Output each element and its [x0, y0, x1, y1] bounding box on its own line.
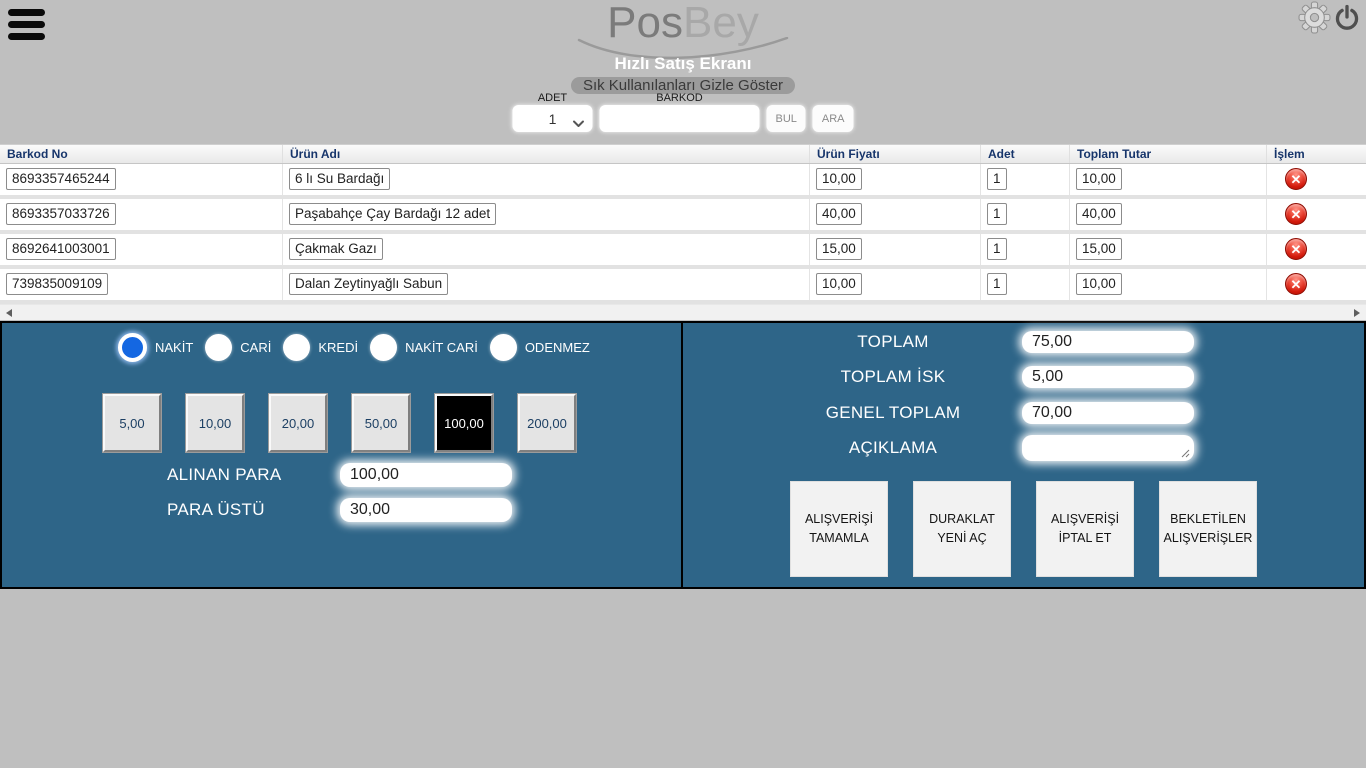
bekletilen-alisverisler-button[interactable]: BEKLETİLEN ALIŞVERİŞLER: [1159, 481, 1257, 577]
page-title: Hızlı Satış Ekranı: [0, 54, 1366, 74]
delete-icon: ✕: [1291, 173, 1302, 186]
urun-fiyati-value[interactable]: 10,00: [816, 168, 862, 190]
power-icon[interactable]: [1333, 4, 1361, 37]
denom-100[interactable]: 100,00: [435, 394, 493, 452]
alisverisi-iptal-et-button[interactable]: ALIŞVERİŞİ İPTAL ET: [1036, 481, 1134, 577]
alisverisi-tamamla-button[interactable]: ALIŞVERİŞİ TAMAMLA: [790, 481, 888, 577]
duraklat-yeni-ac-button[interactable]: DURAKLAT YENİ AÇ: [913, 481, 1011, 577]
toplam-tutar-value[interactable]: 40,00: [1076, 203, 1122, 225]
sales-table: Barkod No Ürün Adı Ürün Fiyatı Adet Topl…: [0, 144, 1366, 320]
delete-row-button[interactable]: ✕: [1285, 238, 1307, 260]
radio-nakit[interactable]: NAKİT: [118, 333, 193, 362]
scroll-left-icon[interactable]: [6, 309, 12, 317]
col-urun-fiyati: Ürün Fiyatı: [810, 145, 981, 163]
radio-icon: [370, 334, 397, 361]
barkod-input[interactable]: [599, 105, 759, 132]
toplam-input[interactable]: [1022, 331, 1194, 353]
ara-button[interactable]: ARA: [813, 105, 854, 132]
para-ustu-input[interactable]: [340, 498, 512, 522]
gear-icon[interactable]: [1298, 1, 1331, 39]
scroll-right-icon[interactable]: [1354, 309, 1360, 317]
delete-row-button[interactable]: ✕: [1285, 273, 1307, 295]
toplam-isk-input[interactable]: [1022, 366, 1194, 388]
radio-icon: [205, 334, 232, 361]
alinan-para-input[interactable]: [340, 463, 512, 487]
delete-icon: ✕: [1291, 278, 1302, 291]
urun-fiyati-value[interactable]: 40,00: [816, 203, 862, 225]
urun-adi-value[interactable]: Çakmak Gazı: [289, 238, 383, 260]
chevron-down-icon: [572, 115, 584, 131]
table-row: 8693357465244 6 lı Su Bardağı 10,00 1 10…: [0, 164, 1366, 199]
table-header: Barkod No Ürün Adı Ürün Fiyatı Adet Topl…: [0, 144, 1366, 164]
adet-value[interactable]: 1: [987, 168, 1007, 190]
radio-icon: [490, 334, 517, 361]
urun-fiyati-value[interactable]: 15,00: [816, 238, 862, 260]
alinan-para-label: ALINAN PARA: [167, 465, 340, 485]
delete-row-button[interactable]: ✕: [1285, 203, 1307, 225]
toplam-label: TOPLAM: [764, 332, 1022, 352]
aciklama-label: AÇIKLAMA: [764, 438, 1022, 458]
aciklama-textarea[interactable]: [1022, 435, 1194, 461]
bul-button[interactable]: BUL: [766, 105, 805, 132]
col-toplam-tutar: Toplam Tutar: [1070, 145, 1267, 163]
payment-panel: NAKİT CARİ KREDİ NAKİT CARİ ODENMEZ 5,00…: [0, 321, 1366, 589]
logo-text-bey: Bey: [683, 0, 759, 47]
genel-toplam-label: GENEL TOPLAM: [764, 403, 1022, 423]
adet-selected-value: 1: [549, 111, 557, 127]
barcode-search-controls: ADET 1 BARKOD BUL ARA: [512, 92, 853, 132]
radio-cari[interactable]: CARİ: [205, 334, 271, 361]
urun-adi-value[interactable]: Paşabahçe Çay Bardağı 12 adet: [289, 203, 496, 225]
denom-10[interactable]: 10,00: [186, 394, 244, 452]
table-row: 8693357033726 Paşabahçe Çay Bardağı 12 a…: [0, 199, 1366, 234]
resize-grip-icon[interactable]: [1181, 449, 1190, 458]
denomination-buttons: 5,00 10,00 20,00 50,00 100,00 200,00: [103, 394, 576, 452]
adet-value[interactable]: 1: [987, 273, 1007, 295]
payment-method-radios: NAKİT CARİ KREDİ NAKİT CARİ ODENMEZ: [118, 333, 602, 362]
col-barkod-no: Barkod No: [0, 145, 283, 163]
radio-odenmez[interactable]: ODENMEZ: [490, 334, 590, 361]
adet-select[interactable]: 1: [512, 105, 592, 132]
denom-50[interactable]: 50,00: [352, 394, 410, 452]
barkod-value[interactable]: 8693357033726: [6, 203, 116, 225]
toplam-isk-label: TOPLAM İSK: [764, 367, 1022, 387]
urun-adi-value[interactable]: 6 lı Su Bardağı: [289, 168, 390, 190]
denom-20[interactable]: 20,00: [269, 394, 327, 452]
toplam-tutar-value[interactable]: 15,00: [1076, 238, 1122, 260]
adet-value[interactable]: 1: [987, 203, 1007, 225]
radio-icon: [283, 334, 310, 361]
denom-200[interactable]: 200,00: [518, 394, 576, 452]
delete-icon: ✕: [1291, 208, 1302, 221]
table-row: 739835009109 Dalan Zeytinyağlı Sabun 10,…: [0, 269, 1366, 304]
para-ustu-label: PARA ÜSTÜ: [167, 500, 340, 520]
delete-row-button[interactable]: ✕: [1285, 168, 1307, 190]
table-row: 8692641003001 Çakmak Gazı 15,00 1 15,00 …: [0, 234, 1366, 269]
delete-icon: ✕: [1291, 243, 1302, 256]
adet-label: ADET: [538, 92, 567, 104]
denom-5[interactable]: 5,00: [103, 394, 161, 452]
horizontal-scrollbar[interactable]: [0, 304, 1366, 320]
urun-fiyati-value[interactable]: 10,00: [816, 273, 862, 295]
toplam-tutar-value[interactable]: 10,00: [1076, 273, 1122, 295]
header-icons: [1298, 1, 1361, 39]
barkod-label: BARKOD: [656, 92, 702, 104]
toplam-tutar-value[interactable]: 10,00: [1076, 168, 1122, 190]
col-urun-adi: Ürün Adı: [283, 145, 810, 163]
urun-adi-value[interactable]: Dalan Zeytinyağlı Sabun: [289, 273, 448, 295]
action-buttons: ALIŞVERİŞİ TAMAMLA DURAKLAT YENİ AÇ ALIŞ…: [790, 481, 1257, 577]
radio-kredi[interactable]: KREDİ: [283, 334, 358, 361]
barkod-value[interactable]: 8693357465244: [6, 168, 116, 190]
panel-divider: [681, 323, 683, 587]
hamburger-menu-icon[interactable]: [8, 9, 45, 45]
adet-value[interactable]: 1: [987, 238, 1007, 260]
col-islem: İşlem: [1267, 145, 1366, 163]
logo-text-pos: Pos: [607, 0, 683, 47]
genel-toplam-input[interactable]: [1022, 402, 1194, 424]
radio-selected-icon: [118, 333, 147, 362]
radio-nakit-cari[interactable]: NAKİT CARİ: [370, 334, 478, 361]
barkod-value[interactable]: 739835009109: [6, 273, 108, 295]
col-adet: Adet: [981, 145, 1070, 163]
barkod-value[interactable]: 8692641003001: [6, 238, 116, 260]
